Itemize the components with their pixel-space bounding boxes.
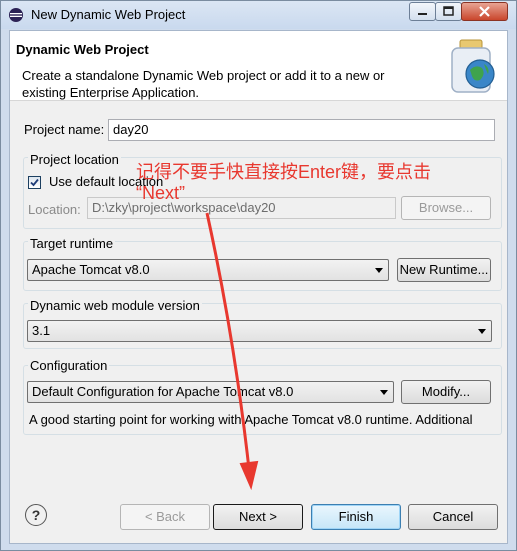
project-name-label: Project name: — [24, 122, 105, 137]
banner-description: Create a standalone Dynamic Web project … — [22, 68, 385, 100]
help-icon[interactable]: ? — [25, 504, 47, 526]
maximize-button[interactable] — [435, 2, 462, 21]
finish-button[interactable]: Finish — [311, 504, 401, 530]
maximize-icon — [443, 6, 454, 16]
window-title: New Dynamic Web Project — [31, 7, 186, 22]
wizard-banner: Dynamic Web Project Create a standalone … — [10, 31, 507, 101]
close-button[interactable] — [461, 2, 508, 21]
module-version-select[interactable]: 3.1 — [27, 320, 492, 342]
close-icon — [479, 6, 490, 17]
minimize-icon — [418, 13, 427, 15]
title-bar[interactable]: New Dynamic Web Project — [1, 1, 516, 29]
back-button[interactable]: < Back — [120, 504, 210, 530]
minimize-button[interactable] — [409, 2, 436, 21]
dialog-window: New Dynamic Web Project Dynamic Web Proj… — [0, 0, 517, 551]
target-runtime-group-label: Target runtime — [28, 236, 116, 251]
browse-button[interactable]: Browse... — [401, 196, 491, 220]
use-default-location-checkbox[interactable] — [28, 176, 41, 189]
project-name-input[interactable]: day20 — [108, 119, 495, 141]
configuration-value: Default Configuration for Apache Tomcat … — [32, 384, 294, 399]
new-runtime-button[interactable]: New Runtime... — [397, 258, 491, 282]
eclipse-icon — [9, 8, 23, 22]
configuration-group-label: Configuration — [28, 358, 110, 373]
dropdown-arrow-icon — [380, 390, 388, 395]
module-version-value: 3.1 — [32, 323, 51, 338]
checkbox-check-icon — [30, 178, 39, 187]
module-version-group-label: Dynamic web module version — [28, 298, 202, 313]
next-button[interactable]: Next > — [213, 504, 303, 530]
dropdown-arrow-icon — [478, 329, 486, 334]
configuration-select[interactable]: Default Configuration for Apache Tomcat … — [27, 381, 394, 403]
cancel-button[interactable]: Cancel — [408, 504, 498, 530]
annotation-text-line1: 记得不要手快直接按Enter键，要点击 — [136, 162, 432, 182]
configuration-description: A good starting point for working with A… — [29, 412, 473, 427]
modify-button[interactable]: Modify... — [401, 380, 491, 404]
web-project-wizard-icon — [451, 39, 495, 93]
location-input[interactable]: D:\zky\project\workspace\day20 — [87, 197, 396, 219]
dropdown-arrow-icon — [375, 268, 383, 273]
dialog-content: Dynamic Web Project Create a standalone … — [9, 30, 508, 544]
target-runtime-value: Apache Tomcat v8.0 — [32, 262, 150, 277]
project-location-group-label: Project location — [28, 152, 121, 167]
annotation-text-line2: “Next” — [136, 183, 185, 203]
location-label: Location: — [28, 202, 81, 217]
target-runtime-select[interactable]: Apache Tomcat v8.0 — [27, 259, 389, 281]
banner-title: Dynamic Web Project — [16, 42, 149, 57]
